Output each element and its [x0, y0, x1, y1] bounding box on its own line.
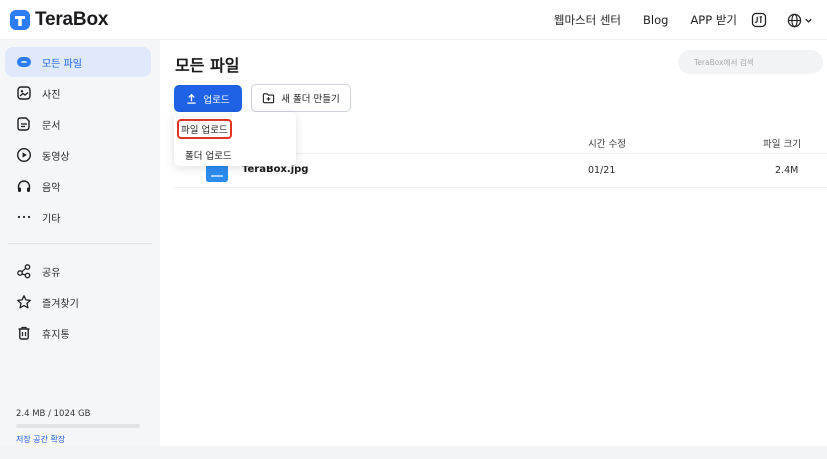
top-bar: TeraBox 웹마스터 센터 Blog APP 받기 — [0, 0, 827, 40]
star-icon — [16, 294, 32, 310]
storage-usage-text: 2.4 MB / 1024 GB — [16, 409, 91, 419]
app-name: TeraBox — [35, 9, 109, 30]
sidebar-item-label: 모든 파일 — [42, 59, 82, 70]
sidebar: 모든 파일 사진 문서 동영상 음악 기타 공유 즐겨찾기 휴지통 2.4 MB… — [0, 40, 160, 446]
upload-icon — [186, 93, 197, 104]
sidebar-item-music[interactable]: 음악 — [5, 171, 151, 201]
sidebar-item-label: 사진 — [42, 90, 61, 101]
photo-icon — [16, 85, 32, 101]
video-icon — [16, 147, 32, 163]
column-header-file-size[interactable]: 파일 크기 — [763, 136, 801, 150]
more-icon — [16, 209, 32, 225]
sidebar-item-documents[interactable]: 문서 — [5, 109, 151, 139]
upload-dropdown-menu: 파일 업로드 폴더 업로드 — [174, 112, 296, 166]
top-nav: 웹마스터 센터 Blog APP 받기 — [554, 0, 813, 40]
file-size: 2.4M — [775, 165, 799, 176]
table-row-divider — [174, 187, 827, 188]
add-folder-icon — [262, 92, 275, 104]
upload-button[interactable]: 업로드 — [174, 85, 242, 112]
folder-upload-menu-item[interactable]: 폴더 업로드 — [182, 146, 235, 164]
sidebar-item-other[interactable]: 기타 — [5, 202, 151, 232]
language-selector[interactable] — [787, 13, 813, 28]
all-files-icon — [16, 54, 32, 70]
sidebar-item-all-files[interactable]: 모든 파일 — [5, 47, 151, 77]
sidebar-item-label: 즐겨찾기 — [42, 299, 79, 310]
terabox-logo[interactable]: TeraBox — [9, 7, 108, 33]
sidebar-item-videos[interactable]: 동영상 — [5, 140, 151, 170]
storage-progress-bar — [16, 424, 140, 428]
file-upload-menu-item[interactable]: 파일 업로드 — [177, 119, 232, 139]
main-content: 모든 파일 업로드 새 폴더 만들기 파일 업로드 폴더 업로드 시간 수정 파… — [160, 40, 827, 446]
expand-storage-link[interactable]: 저장 공간 확장 — [16, 434, 65, 445]
new-folder-button[interactable]: 새 폴더 만들기 — [251, 84, 351, 112]
sidebar-divider — [8, 243, 152, 244]
language-badge-icon[interactable] — [751, 12, 767, 28]
sidebar-item-trash[interactable]: 휴지통 — [5, 318, 151, 348]
app-download-link[interactable]: APP 받기 — [690, 12, 737, 28]
new-folder-button-label: 새 폴더 만들기 — [281, 94, 340, 105]
sidebar-item-label: 음악 — [42, 183, 61, 194]
sidebar-item-label: 문서 — [42, 121, 61, 132]
blog-link[interactable]: Blog — [643, 13, 668, 27]
sidebar-item-label: 공유 — [42, 268, 61, 279]
file-modified-time: 01/21 — [588, 165, 616, 176]
sidebar-item-favorites[interactable]: 즐겨찾기 — [5, 287, 151, 317]
image-file-icon — [206, 164, 228, 182]
sidebar-item-label: 휴지통 — [42, 330, 70, 341]
document-icon — [16, 116, 32, 132]
sidebar-item-share[interactable]: 공유 — [5, 256, 151, 286]
music-icon — [16, 178, 32, 194]
globe-icon — [787, 13, 802, 27]
search-input[interactable] — [678, 50, 823, 75]
sidebar-item-photos[interactable]: 사진 — [5, 78, 151, 108]
sidebar-item-label: 기타 — [42, 214, 61, 225]
page-title: 모든 파일 — [175, 56, 240, 75]
search-box[interactable] — [678, 50, 823, 75]
upload-button-label: 업로드 — [203, 94, 230, 106]
share-icon — [16, 263, 32, 279]
terabox-logo-icon — [10, 10, 30, 30]
column-header-modified-time[interactable]: 시간 수정 — [588, 136, 626, 150]
trash-icon — [16, 325, 32, 341]
webmaster-center-link[interactable]: 웹마스터 센터 — [554, 12, 621, 28]
chevron-down-icon — [805, 18, 812, 23]
bottom-strip — [0, 446, 827, 459]
sidebar-item-label: 동영상 — [42, 152, 70, 163]
